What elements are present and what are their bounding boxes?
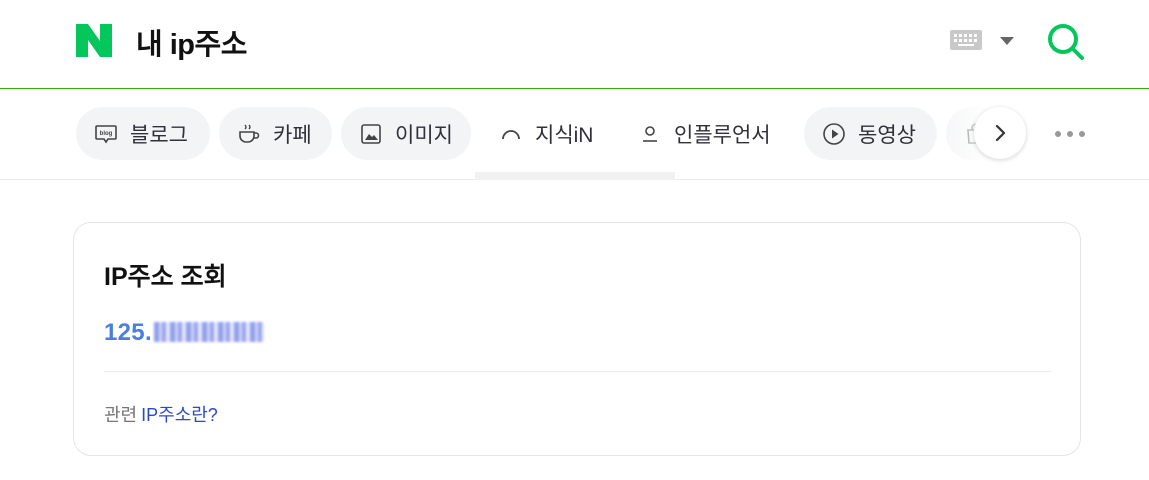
ip-prefix: 125. — [104, 319, 152, 346]
tab-hover-overlay — [475, 172, 675, 222]
image-icon — [361, 123, 381, 144]
influencer-icon — [643, 125, 657, 142]
tab-label: 카페 — [273, 123, 312, 147]
divider — [104, 371, 1052, 372]
tab-label: 동영상 — [858, 123, 916, 147]
search-icon[interactable] — [1046, 22, 1086, 60]
tab-label: 블로그 — [130, 123, 188, 147]
search-query[interactable]: 내 ip주소 — [136, 21, 247, 63]
kin-icon — [502, 129, 520, 139]
search-tab-bar: blog 블로그 카페 이미지 지식iN 인플루언서 동영상 — [0, 89, 1149, 180]
related-label: 관련 — [104, 405, 138, 425]
card-title: IP주소 조회 — [104, 263, 227, 291]
tabs-next-button[interactable] — [974, 107, 1026, 159]
related-info: 관련 IP주소란? — [104, 401, 218, 427]
tab-kin[interactable]: 지식iN — [481, 107, 609, 160]
ip-redacted — [153, 322, 264, 342]
tab-label: 이미지 — [395, 123, 453, 147]
tab-video[interactable]: 동영상 — [804, 107, 937, 160]
keyboard-icon[interactable] — [950, 30, 982, 50]
svg-text:blog: blog — [100, 131, 113, 137]
cafe-icon — [239, 124, 260, 143]
tab-image[interactable]: 이미지 — [341, 107, 471, 160]
tab-label: 인플루언서 — [674, 123, 771, 147]
video-icon — [823, 122, 845, 145]
tab-blog[interactable]: blog 블로그 — [76, 107, 210, 160]
caret-down-icon[interactable] — [999, 36, 1015, 46]
tab-cafe[interactable]: 카페 — [219, 107, 332, 160]
ip-lookup-card: IP주소 조회 125. 관련 IP주소란? — [73, 222, 1081, 456]
chevron-right-icon — [995, 124, 1006, 142]
blog-icon: blog — [95, 124, 117, 143]
naver-logo[interactable] — [76, 24, 112, 57]
ip-address-value: 125. — [104, 319, 264, 347]
tab-influencer[interactable]: 인플루언서 — [620, 107, 795, 160]
more-icon[interactable] — [1052, 128, 1088, 140]
ip-definition-link[interactable]: IP주소란? — [141, 405, 218, 425]
tab-label: 지식iN — [535, 123, 594, 147]
search-header: 내 ip주소 — [0, 0, 1149, 89]
